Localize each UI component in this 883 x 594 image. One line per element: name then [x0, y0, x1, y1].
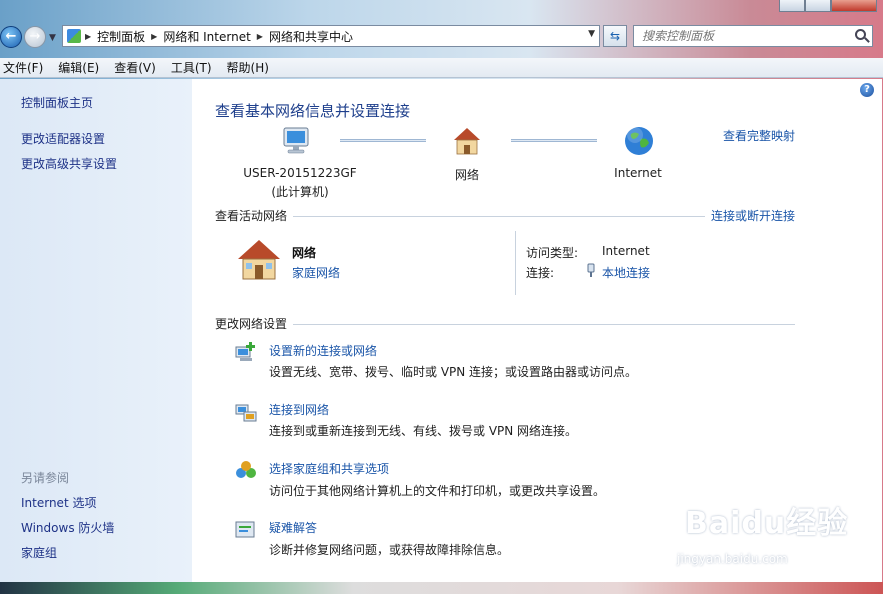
homegroup-icon: [236, 461, 256, 478]
access-type-label: 访问类型:: [526, 246, 579, 260]
watermark-url: jingyan.baidu.com: [677, 552, 788, 566]
connection-line: [340, 139, 426, 142]
task-homegroup-link[interactable]: 选择家庭组和共享选项: [269, 460, 389, 477]
breadcrumb-network-internet[interactable]: 网络和 Internet: [163, 28, 250, 45]
this-computer-label: (此计算机): [271, 185, 329, 199]
task-troubleshoot-desc: 诊断并修复网络问题，或获得故障排除信息。: [269, 543, 510, 557]
network-node-label: 网络: [454, 168, 479, 182]
back-button[interactable]: ←: [0, 26, 22, 48]
task-setup-connection-desc: 设置无线、宽带、拨号、临时或 VPN 连接；或设置路由器或访问点。: [269, 365, 638, 379]
sidebar-item-control-panel-home[interactable]: 控制面板主页: [21, 94, 93, 111]
view-full-map-link[interactable]: 查看完整映射: [723, 127, 795, 144]
search-icon[interactable]: [855, 29, 866, 40]
connect-network-icon: [235, 404, 257, 422]
window-controls: [779, 0, 877, 12]
sidebar-item-windows-firewall[interactable]: Windows 防火墙: [21, 519, 114, 536]
left-task-pane: 控制面板主页 更改适配器设置 更改高级共享设置 另请参阅 Internet 选项…: [0, 79, 192, 582]
breadcrumb-sharing-center[interactable]: 网络和共享中心: [269, 28, 353, 45]
troubleshoot-icon: [235, 521, 255, 538]
new-connection-icon: [235, 342, 255, 361]
vertical-divider: [515, 231, 516, 295]
close-button[interactable]: [831, 0, 877, 12]
address-bar[interactable]: ▶ 控制面板 ▶ 网络和 Internet ▶ 网络和共享中心 ▼: [62, 25, 600, 47]
recent-pages-dropdown[interactable]: ▼: [49, 33, 56, 43]
address-dropdown-icon[interactable]: ▼: [588, 29, 595, 39]
task-homegroup-desc: 访问位于其他网络计算机上的文件和打印机，或更改共享设置。: [269, 484, 606, 498]
menu-tools[interactable]: 工具(T): [168, 59, 220, 76]
connect-disconnect-link[interactable]: 连接或断开连接: [705, 207, 796, 224]
ethernet-icon: [587, 263, 595, 277]
menu-file[interactable]: 文件(F): [0, 59, 51, 76]
breadcrumb-arrow-icon[interactable]: ▶: [85, 32, 91, 41]
forward-button[interactable]: →: [24, 26, 46, 48]
internet-node-label: Internet: [614, 166, 662, 180]
sidebar-item-adapter-settings[interactable]: 更改适配器设置: [21, 130, 105, 147]
window-titlebar: ← → ▼ ▶ 控制面板 ▶ 网络和 Internet ▶ 网络和共享中心 ▼ …: [0, 0, 883, 60]
computer-name-label: USER-20151223GF: [243, 166, 357, 180]
search-box[interactable]: [633, 25, 873, 47]
section-divider: [215, 324, 795, 325]
menu-view[interactable]: 查看(V): [111, 59, 164, 76]
active-network-name: 网络: [292, 246, 317, 260]
menu-edit[interactable]: 编辑(E): [55, 59, 107, 76]
breadcrumb-control-panel[interactable]: 控制面板: [97, 28, 145, 45]
help-icon[interactable]: ?: [860, 83, 874, 97]
task-setup-connection-link[interactable]: 设置新的连接或网络: [269, 342, 377, 359]
network-location-link[interactable]: 家庭网络: [292, 264, 340, 281]
breadcrumb-arrow-icon[interactable]: ▶: [151, 32, 157, 41]
refresh-button[interactable]: ⇆: [603, 25, 627, 47]
globe-icon[interactable]: [623, 125, 655, 157]
minimize-button[interactable]: [779, 0, 805, 12]
search-input[interactable]: [634, 26, 844, 46]
desktop-strip: [0, 582, 883, 594]
watermark-brand: Baidu经验: [685, 506, 849, 541]
local-connection-link[interactable]: 本地连接: [602, 264, 650, 281]
page-title: 查看基本网络信息并设置连接: [215, 102, 411, 120]
access-type-value: Internet: [602, 244, 650, 258]
change-settings-heading: 更改网络设置: [215, 315, 294, 332]
sidebar-item-internet-options[interactable]: Internet 选项: [21, 494, 96, 511]
home-network-icon: [238, 240, 280, 280]
control-panel-icon: [67, 29, 81, 43]
task-connect-network-desc: 连接到或重新连接到无线、有线、拨号或 VPN 网络连接。: [269, 424, 578, 438]
menu-bar: 文件(F) 编辑(E) 查看(V) 工具(T) 帮助(H): [0, 58, 883, 78]
sidebar-item-homegroup[interactable]: 家庭组: [21, 544, 57, 561]
baidu-watermark: Baidu经验 jingyan.baidu.com: [677, 498, 877, 578]
computer-icon: [283, 127, 309, 154]
maximize-button[interactable]: [805, 0, 831, 12]
active-networks-heading: 查看活动网络: [215, 207, 294, 224]
breadcrumb-arrow-icon[interactable]: ▶: [257, 32, 263, 41]
sidebar-item-advanced-sharing[interactable]: 更改高级共享设置: [21, 155, 117, 172]
connection-line: [511, 139, 597, 142]
network-house-icon[interactable]: [451, 125, 483, 157]
task-connect-network-link[interactable]: 连接到网络: [269, 401, 329, 418]
task-troubleshoot-link[interactable]: 疑难解答: [269, 519, 317, 536]
see-also-heading: 另请参阅: [21, 471, 70, 485]
connection-label: 连接:: [526, 266, 555, 280]
menu-help[interactable]: 帮助(H): [224, 59, 277, 76]
